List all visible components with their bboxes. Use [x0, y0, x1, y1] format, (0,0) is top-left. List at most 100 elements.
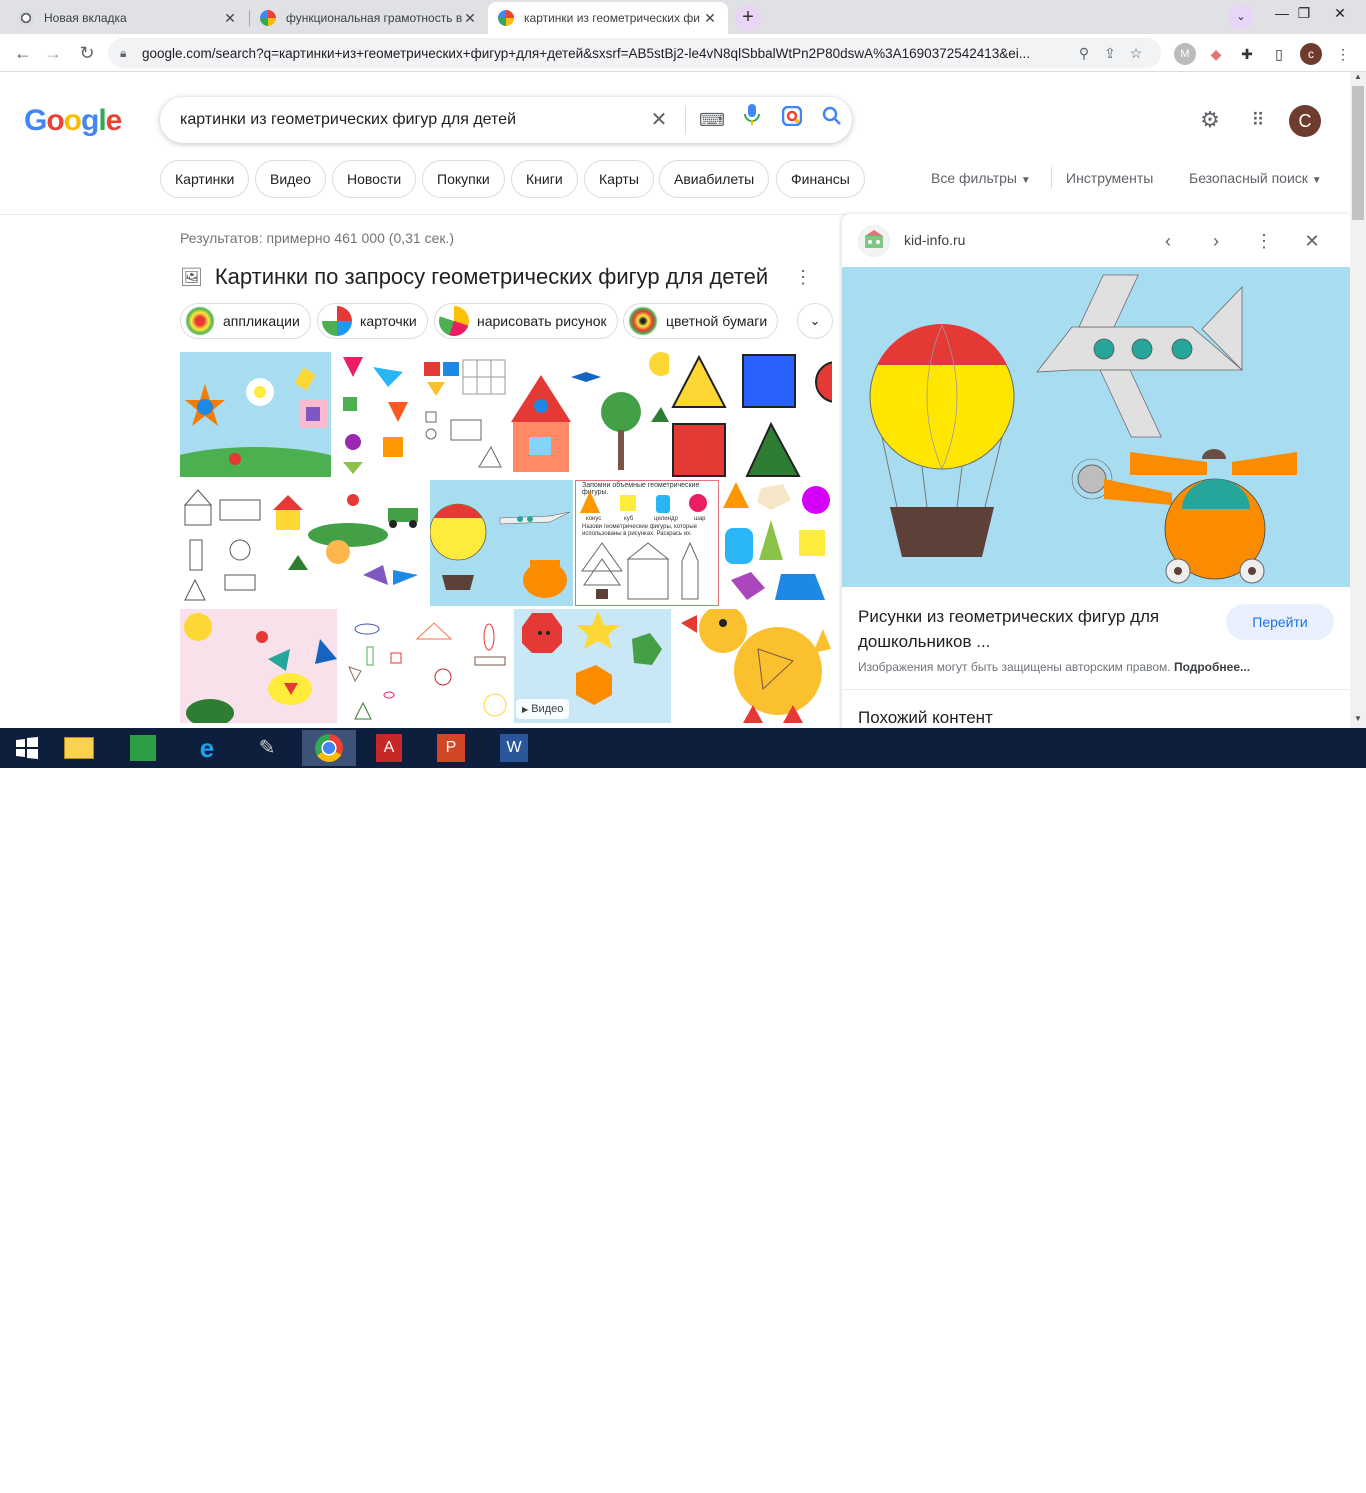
tab-search-chevron-icon[interactable]: ⌄: [1228, 4, 1254, 30]
video-badge-label: Видео: [531, 703, 564, 715]
image-result-3d-shapes[interactable]: [721, 480, 832, 606]
image-result-balloon-plane[interactable]: [430, 480, 573, 606]
more-options-icon[interactable]: ⋮: [1251, 228, 1277, 254]
chrome-taskbar-icon[interactable]: [302, 730, 356, 766]
chip-shopping[interactable]: Покупки: [422, 160, 505, 198]
divider: [685, 106, 686, 134]
refine-pill-draw[interactable]: нарисовать рисунок: [434, 303, 618, 339]
close-icon[interactable]: ✕: [1299, 228, 1325, 254]
location-pin-icon[interactable]: ⚲: [1071, 45, 1097, 62]
close-window-icon[interactable]: ✕: [1320, 0, 1360, 30]
image-result-worksheet[interactable]: [421, 352, 509, 477]
clear-icon[interactable]: ✕: [639, 100, 679, 140]
chip-video[interactable]: Видео: [255, 160, 326, 198]
system-tray[interactable]: ▲ 🔊︎ ▮▮ КАЗ: [1175, 1468, 1250, 1482]
preview-title[interactable]: Рисунки из геометрических фигур для дошк…: [858, 604, 1188, 654]
chevron-down-icon[interactable]: ⌄: [797, 303, 833, 339]
site-name[interactable]: kid-info.ru: [904, 232, 965, 248]
keyboard-icon[interactable]: ⌨: [692, 100, 732, 140]
lock-icon[interactable]: 🔒︎: [120, 46, 134, 61]
search-icon[interactable]: [812, 100, 852, 140]
tab-current-search[interactable]: картинки из геометрических фи ✕: [488, 2, 728, 34]
acrobat-icon[interactable]: A: [362, 730, 416, 766]
refine-pill-cards[interactable]: карточки: [317, 303, 428, 339]
tools-button[interactable]: Инструменты: [1066, 170, 1153, 186]
puzzle-extensions-icon[interactable]: ✚: [1236, 43, 1258, 65]
google-logo[interactable]: Google: [24, 104, 122, 138]
microphone-icon[interactable]: [732, 100, 772, 140]
lens-camera-icon[interactable]: [772, 100, 812, 140]
image-result-shape-animals[interactable]: [333, 352, 419, 477]
chip-finance[interactable]: Финансы: [776, 160, 865, 198]
google-apps-icon[interactable]: ⠿: [1246, 108, 1270, 132]
tab-new-tab[interactable]: Новая вкладка ✕: [8, 2, 248, 34]
refine-pill-applications[interactable]: аппликации: [180, 303, 311, 339]
bookmark-star-icon[interactable]: ☆: [1123, 45, 1149, 62]
extension-m-icon[interactable]: M: [1174, 43, 1196, 65]
tools-icon[interactable]: ✎: [240, 730, 294, 766]
all-filters-dropdown[interactable]: Все фильтры ▼: [931, 170, 1031, 186]
scroll-up-arrow-icon[interactable]: ▲: [1350, 72, 1366, 86]
preview-image[interactable]: [842, 267, 1350, 587]
restore-icon[interactable]: ❐: [1284, 0, 1324, 30]
show-hidden-icons-icon[interactable]: ▲: [1175, 1469, 1186, 1481]
previous-chevron-icon[interactable]: ‹: [1155, 228, 1181, 254]
image-result-outline-worksheet[interactable]: [180, 480, 266, 606]
powerpoint-icon[interactable]: P: [424, 730, 478, 766]
chip-news[interactable]: Новости: [332, 160, 417, 198]
input-language[interactable]: КАЗ: [1229, 1469, 1249, 1481]
close-tab-icon[interactable]: ✕: [462, 10, 478, 27]
url-text[interactable]: google.com/search?q=картинки+из+геометри…: [142, 46, 1071, 61]
settings-gear-icon[interactable]: ⚙: [1198, 108, 1222, 132]
word-icon[interactable]: W: [487, 730, 541, 766]
image-result-flowers[interactable]: [180, 352, 331, 477]
image-result-sun-bird[interactable]: [180, 609, 337, 723]
reload-icon[interactable]: ↻: [74, 40, 100, 66]
internet-explorer-icon[interactable]: e: [180, 730, 234, 766]
chip-flights[interactable]: Авиабилеты: [659, 160, 770, 198]
image-result-solid-shapes[interactable]: Запомни объемные геометрические фигуры. …: [575, 480, 719, 606]
tab-functional-literacy[interactable]: функциональная грамотность в ✕: [250, 2, 488, 34]
close-tab-icon[interactable]: ✕: [702, 10, 718, 27]
safe-search-dropdown[interactable]: Безопасный поиск ▼: [1189, 170, 1322, 186]
chip-books[interactable]: Книги: [511, 160, 578, 198]
chip-maps[interactable]: Карты: [584, 160, 654, 198]
more-options-icon[interactable]: ⋮: [794, 267, 812, 288]
close-tab-icon[interactable]: ✕: [222, 10, 238, 27]
clock[interactable]: 19:01 26.07.2023: [1296, 1459, 1356, 1493]
address-bar[interactable]: 🔒︎ google.com/search?q=картинки+из+геоме…: [108, 38, 1161, 68]
volume-icon[interactable]: 🔊︎: [1195, 1469, 1202, 1481]
image-result-chick[interactable]: [673, 609, 832, 723]
search-box[interactable]: картинки из геометрических фигур для дет…: [160, 97, 852, 143]
image-result-scene[interactable]: [268, 480, 428, 606]
extension-red-icon[interactable]: ◆: [1205, 43, 1227, 65]
profile-avatar[interactable]: c: [1300, 43, 1322, 65]
pill-thumbnail: [322, 306, 352, 336]
network-icon[interactable]: ▮▮: [1208, 1469, 1220, 1481]
account-avatar[interactable]: C: [1289, 105, 1321, 137]
store-icon[interactable]: [116, 730, 170, 766]
more-menu-icon[interactable]: ⋮: [1332, 43, 1354, 65]
side-panel-icon[interactable]: ▯: [1268, 43, 1290, 65]
image-result-outline-shapes[interactable]: [339, 609, 512, 723]
image-result-house[interactable]: [511, 352, 669, 477]
chip-images[interactable]: Картинки: [160, 160, 250, 198]
forward-arrow-icon[interactable]: →: [40, 40, 66, 66]
images-block-title[interactable]: Картинки по запросу геометрических фигур…: [215, 264, 768, 290]
file-explorer-icon[interactable]: [52, 730, 106, 766]
share-icon[interactable]: ⇪: [1097, 45, 1123, 62]
learn-more-link[interactable]: Подробнее...: [1174, 660, 1250, 674]
next-chevron-icon[interactable]: ›: [1203, 228, 1229, 254]
scroll-down-arrow-icon[interactable]: ▼: [1350, 714, 1366, 728]
new-tab-button[interactable]: +: [735, 5, 761, 31]
visit-button[interactable]: Перейти: [1226, 604, 1334, 640]
image-result-faces-video[interactable]: ▶ Видео: [514, 609, 671, 723]
scroll-thumb[interactable]: [1352, 86, 1364, 220]
windows-start-icon[interactable]: [0, 730, 54, 766]
solid-label: цилиндр: [654, 516, 678, 522]
back-arrow-icon[interactable]: ←: [10, 40, 36, 66]
refine-pill-colored-paper[interactable]: цветной бумаги: [623, 303, 779, 339]
search-input[interactable]: картинки из геометрических фигур для дет…: [180, 111, 639, 129]
image-result-basic-shapes[interactable]: [671, 352, 832, 477]
page-scrollbar[interactable]: ▲ ▼: [1350, 72, 1366, 728]
